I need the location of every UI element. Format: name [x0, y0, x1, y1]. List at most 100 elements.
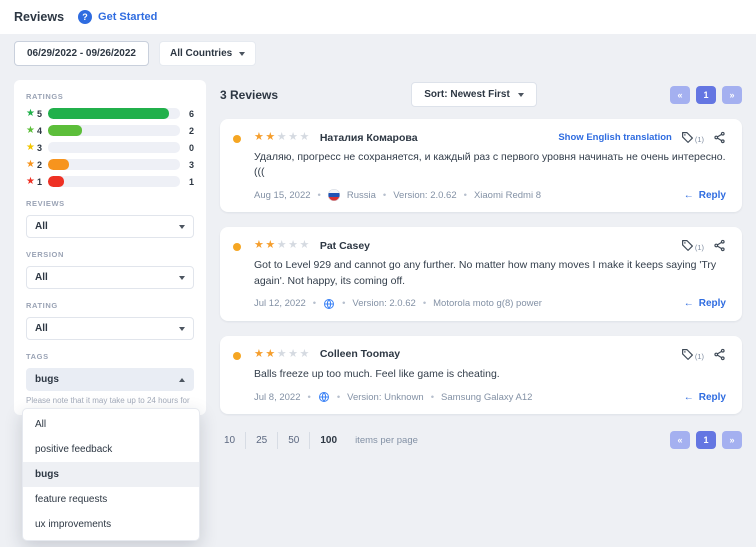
star-icon: ★: [26, 141, 35, 153]
rating-bar-row-1[interactable]: ★ 1 1: [26, 176, 194, 187]
dropdown-item-ux-improvements[interactable]: ux improvements: [23, 512, 199, 537]
stars-filled: ★★: [254, 239, 277, 252]
review-card: ★★★★★ Наталия Комарова Show English tran…: [220, 119, 742, 213]
reply-label: Reply: [698, 189, 726, 201]
review-version: Version: 2.0.62: [393, 189, 457, 201]
meta-separator: [313, 298, 316, 309]
top-header: Reviews Get Started: [0, 0, 756, 34]
share-icon[interactable]: [713, 239, 726, 252]
review-date: Jul 8, 2022: [254, 391, 301, 403]
share-icon[interactable]: [713, 348, 726, 361]
rating-bar-row-4[interactable]: ★ 4 2: [26, 125, 194, 136]
per-page-25[interactable]: 25: [246, 431, 279, 449]
chevron-down-icon: [179, 326, 185, 331]
review-stars: ★★★★★: [254, 348, 311, 360]
tags-filter-select[interactable]: bugs: [26, 368, 194, 391]
date-range-input[interactable]: 06/29/2022 - 09/26/2022: [14, 41, 149, 66]
version-filter-label: VERSION: [26, 250, 64, 259]
review-header: ★★★★★ Colleen Toomay (1): [254, 348, 726, 361]
dropdown-item-feature-requests[interactable]: feature requests: [23, 487, 199, 512]
per-page-100[interactable]: 100: [310, 432, 347, 449]
review-text: Удаляю, прогресс не сохраняется, и кажды…: [254, 151, 726, 179]
help-icon[interactable]: [78, 10, 93, 24]
reviews-list: 3 Reviews Sort: Newest First « 1 » ★★★★★…: [220, 80, 742, 465]
rating-level: 1: [36, 176, 42, 187]
rating-filter-select[interactable]: All: [26, 317, 194, 340]
rating-bar-row-5[interactable]: ★ 5 6: [26, 108, 194, 119]
rating-filter-value: All: [35, 323, 48, 334]
rating-count: 6: [188, 108, 194, 119]
reply-button[interactable]: Reply: [684, 298, 726, 309]
per-page-10[interactable]: 10: [220, 431, 247, 449]
rating-bar-row-2[interactable]: ★ 2 3: [26, 159, 194, 170]
star-icon: ★: [26, 124, 35, 136]
rating-bar-fill: [47, 176, 64, 187]
countries-dropdown[interactable]: All Countries: [158, 41, 257, 66]
next-page-button[interactable]: »: [722, 85, 742, 104]
stars-empty: ★★★: [276, 131, 311, 143]
star-icon: ★: [26, 175, 35, 187]
tags-dropdown-menu: All positive feedback bugs feature reque…: [22, 408, 200, 541]
tag-icon[interactable]: (1): [681, 348, 704, 361]
rating-bar-row-3[interactable]: ★ 3 0: [26, 142, 194, 153]
review-country: Russia: [346, 189, 376, 201]
review-meta: Aug 15, 2022 Russia Version: 2.0.62 Xiao…: [254, 189, 726, 202]
review-meta: Jul 8, 2022 Version: Unknown Samsung Gal…: [254, 391, 726, 403]
rating-bar-track: [47, 159, 180, 170]
rating-level: 2: [36, 159, 42, 170]
unread-dot: [233, 351, 241, 360]
page-1-button[interactable]: 1: [696, 431, 716, 450]
review-date: Aug 15, 2022: [254, 189, 311, 201]
rating-bar-track: [47, 108, 180, 119]
prev-page-button[interactable]: «: [670, 431, 690, 450]
share-icon[interactable]: [713, 131, 726, 144]
get-started-link[interactable]: Get Started: [98, 11, 157, 23]
tags-note-text: Please note that it may take up to 24 ho…: [26, 396, 190, 405]
reviews-filter-select[interactable]: All: [26, 215, 194, 238]
next-page-button[interactable]: »: [722, 431, 742, 450]
review-stars: ★★★★★: [254, 240, 311, 251]
dropdown-item-bugs[interactable]: bugs: [23, 462, 199, 487]
tag-icon[interactable]: (1): [681, 131, 704, 144]
tags-filter-value: bugs: [35, 374, 59, 385]
page-1-button[interactable]: 1: [696, 85, 716, 104]
review-date: Jul 12, 2022: [254, 298, 306, 310]
meta-separator: [337, 392, 340, 403]
per-page-50[interactable]: 50: [278, 431, 311, 449]
rating-count: 1: [188, 176, 194, 187]
rating-count: 3: [188, 159, 194, 170]
dropdown-item-positive-feedback[interactable]: positive feedback: [23, 437, 199, 462]
version-filter-select[interactable]: All: [26, 266, 194, 289]
tag-icon[interactable]: (1): [681, 239, 704, 252]
list-header: 3 Reviews Sort: Newest First « 1 »: [220, 82, 742, 107]
tag-count: (1): [694, 243, 704, 253]
pagination-bottom: « 1 »: [670, 431, 742, 450]
sort-dropdown[interactable]: Sort: Newest First: [411, 82, 537, 107]
reply-button[interactable]: Reply: [684, 392, 726, 403]
dropdown-item-all[interactable]: All: [23, 412, 199, 437]
meta-separator: [423, 298, 426, 309]
chevron-down-icon: [517, 92, 524, 97]
tags-filter-label: TAGS: [26, 352, 49, 361]
chevron-up-icon: [179, 377, 185, 382]
review-author: Colleen Toomay: [319, 348, 401, 361]
rating-bar-track: [47, 142, 180, 153]
reply-label: Reply: [698, 391, 726, 403]
review-header: ★★★★★ Наталия Комарова Show English tran…: [254, 131, 726, 144]
reviews-filter-group: REVIEWS All: [26, 199, 194, 238]
unread-dot: [233, 135, 241, 143]
prev-page-button[interactable]: «: [670, 85, 690, 104]
tags-filter-group: TAGS bugs: [26, 352, 194, 391]
meta-separator: [342, 298, 345, 309]
review-device: Motorola moto g(8) power: [433, 298, 542, 310]
page-title: Reviews: [14, 10, 65, 24]
review-version: Version: 2.0.62: [352, 298, 416, 310]
chevron-down-icon: [239, 51, 246, 56]
show-translation-link[interactable]: Show English translation: [558, 132, 671, 143]
review-stars: ★★★★★: [254, 132, 311, 143]
star-icon: ★: [26, 107, 35, 119]
rating-bar-fill: [47, 159, 70, 170]
reply-button[interactable]: Reply: [684, 190, 726, 201]
rating-bar-fill: [47, 125, 83, 136]
review-text: Balls freeze up too much. Feel like game…: [254, 367, 500, 380]
